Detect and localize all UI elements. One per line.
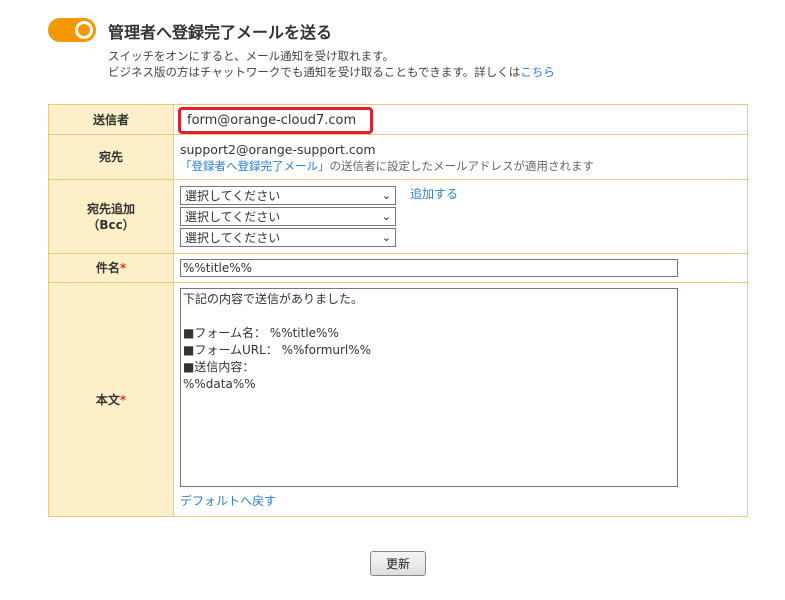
body-row: 本文* 下記の内容で送信がありました。 ■フォーム名： %%title%% ■フ… [48,282,748,517]
body-label: 本文* [48,282,174,517]
to-note: 「登録者へ登録完了メール」の送信者に設定したメールアドレスが適用されます [180,158,747,174]
body-textarea[interactable]: 下記の内容で送信がありました。 ■フォーム名： %%title%% ■フォームU… [180,288,678,487]
required-mark: * [119,261,127,275]
subject-input[interactable]: %%title%% [180,259,678,277]
chevron-down-icon: ⌄ [381,231,391,244]
bcc-label-line-1: 宛先追加 [86,201,135,216]
to-value: support2@orange-support.com [180,142,376,157]
to-label: 宛先 [48,134,174,180]
subject-label: 件名* [48,253,174,283]
to-note-text: の送信者に設定したメールアドレスが適用されます [329,159,595,173]
description-line-2-text: ビジネス版の方はチャットワークでも通知を受け取ることもできます。詳しくは [108,65,521,79]
bcc-cell: 選択してください ⌄ 追加する 選択してください ⌄ 選択してください ⌄ [173,179,748,254]
bcc-label-line-2: （Bcc） [87,217,135,232]
bcc-select-2[interactable]: 選択してください ⌄ [180,207,396,226]
bcc-row: 宛先追加 （Bcc） 選択してください ⌄ 追加する 選択してください ⌄ 選択… [48,179,748,254]
subject-cell: %%title%% [173,253,748,283]
chevron-down-icon: ⌄ [381,189,391,202]
bcc-label: 宛先追加 （Bcc） [48,179,174,254]
bcc-select-1[interactable]: 選択してください ⌄ [180,186,396,205]
bcc-select-3-value: 選択してください [185,231,281,245]
body-cell: 下記の内容で送信がありました。 ■フォーム名： %%title%% ■フォームU… [173,282,748,517]
notify-toggle[interactable] [48,18,96,42]
bcc-select-row-3: 選択してください ⌄ [180,227,747,248]
to-cell: support2@orange-support.com 「登録者へ登録完了メール… [173,134,748,180]
sender-cell: form@orange-cloud7.com [173,104,748,135]
add-bcc-link[interactable]: 追加する [410,185,458,202]
chevron-down-icon: ⌄ [381,210,391,223]
toggle-knob [75,21,93,39]
details-link[interactable]: こちら [520,65,555,79]
sender-label: 送信者 [48,104,174,135]
description-line-2: ビジネス版の方はチャットワークでも通知を受け取ることもできます。詳しくはこちら [108,64,555,80]
required-mark: * [119,392,127,407]
description: スイッチをオンにすると、メール通知を受け取れます。 ビジネス版の方はチャットワー… [108,48,555,80]
bcc-select-1-value: 選択してください [185,189,281,203]
subject-row: 件名* %%title%% [48,253,748,283]
subject-label-text: 件名 [95,261,120,275]
bcc-select-3[interactable]: 選択してください ⌄ [180,228,396,247]
description-line-1: スイッチをオンにすると、メール通知を受け取れます。 [108,49,395,63]
body-label-text: 本文 [95,392,120,407]
update-button[interactable]: 更新 [370,551,426,576]
sender-row: 送信者 form@orange-cloud7.com [48,104,748,135]
bcc-select-row-2: 選択してください ⌄ [180,206,747,227]
mail-settings-table: 送信者 form@orange-cloud7.com 宛先 support2@o… [48,104,748,517]
bcc-select-2-value: 選択してください [185,210,281,224]
sender-value: form@orange-cloud7.com [178,107,374,134]
registrant-mail-link[interactable]: 「登録者へ登録完了メール」 [180,159,330,173]
bcc-select-row-1: 選択してください ⌄ 追加する [180,185,747,206]
reset-default-link[interactable]: デフォルトへ戻す [180,494,276,508]
to-row: 宛先 support2@orange-support.com 「登録者へ登録完了… [48,134,748,180]
page-title: 管理者へ登録完了メールを送る [108,23,333,42]
default-link-row: デフォルトへ戻す [180,492,747,509]
